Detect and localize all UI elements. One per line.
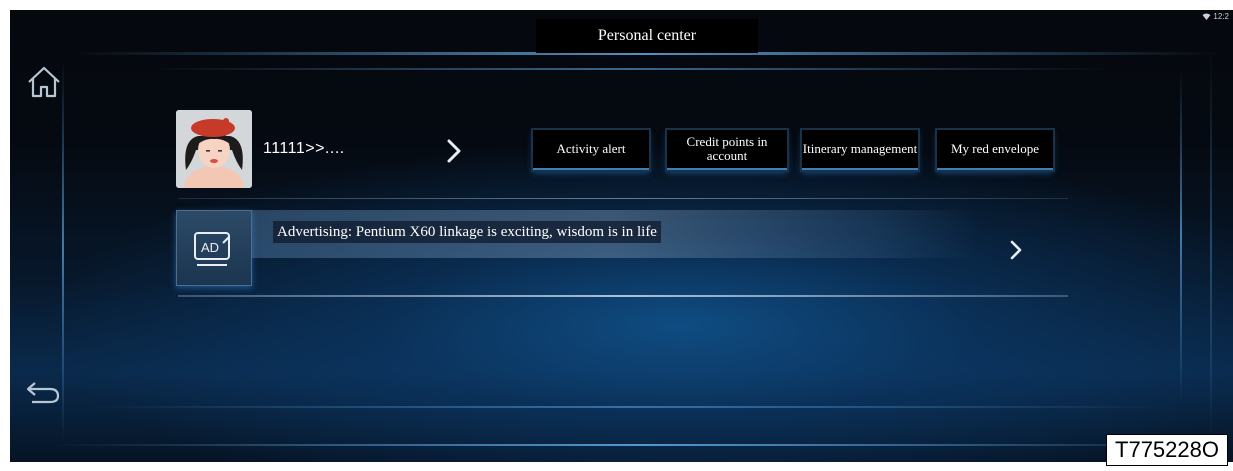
- page-title: Personal center: [536, 19, 758, 53]
- chevron-right-icon[interactable]: [1010, 240, 1022, 260]
- status-time: 12:2: [1213, 12, 1229, 21]
- frame-glow-line: [1210, 50, 1212, 440]
- avatar[interactable]: [176, 110, 252, 188]
- red-envelope-button[interactable]: My red envelope: [937, 130, 1053, 170]
- chevron-right-icon[interactable]: [446, 138, 462, 164]
- ad-icon[interactable]: AD: [176, 210, 252, 286]
- username[interactable]: 11111>>....: [263, 140, 345, 158]
- credit-points-button[interactable]: Credit points in account: [667, 130, 787, 170]
- divider: [178, 198, 1068, 199]
- frame-glow-line: [1180, 70, 1182, 400]
- itinerary-management-button[interactable]: Itinerary management: [802, 130, 918, 170]
- ad-text[interactable]: Advertising: Pentium X60 linkage is exci…: [273, 221, 661, 243]
- figure-code-label: T775228O: [1106, 434, 1228, 466]
- frame-glow-line: [90, 406, 1170, 408]
- divider: [178, 295, 1068, 297]
- status-bar: 12:2: [1202, 12, 1229, 21]
- back-icon[interactable]: [24, 370, 64, 410]
- wifi-icon: [1202, 13, 1211, 20]
- frame-glow-line: [50, 444, 1230, 446]
- personal-center-screen: 12:2 Personal center 11111>>.... Activit…: [10, 10, 1233, 462]
- home-icon[interactable]: [24, 62, 64, 102]
- activity-alert-button[interactable]: Activity alert: [533, 130, 649, 170]
- frame-glow-line: [150, 68, 1110, 70]
- ad-icon-label: AD: [201, 240, 219, 255]
